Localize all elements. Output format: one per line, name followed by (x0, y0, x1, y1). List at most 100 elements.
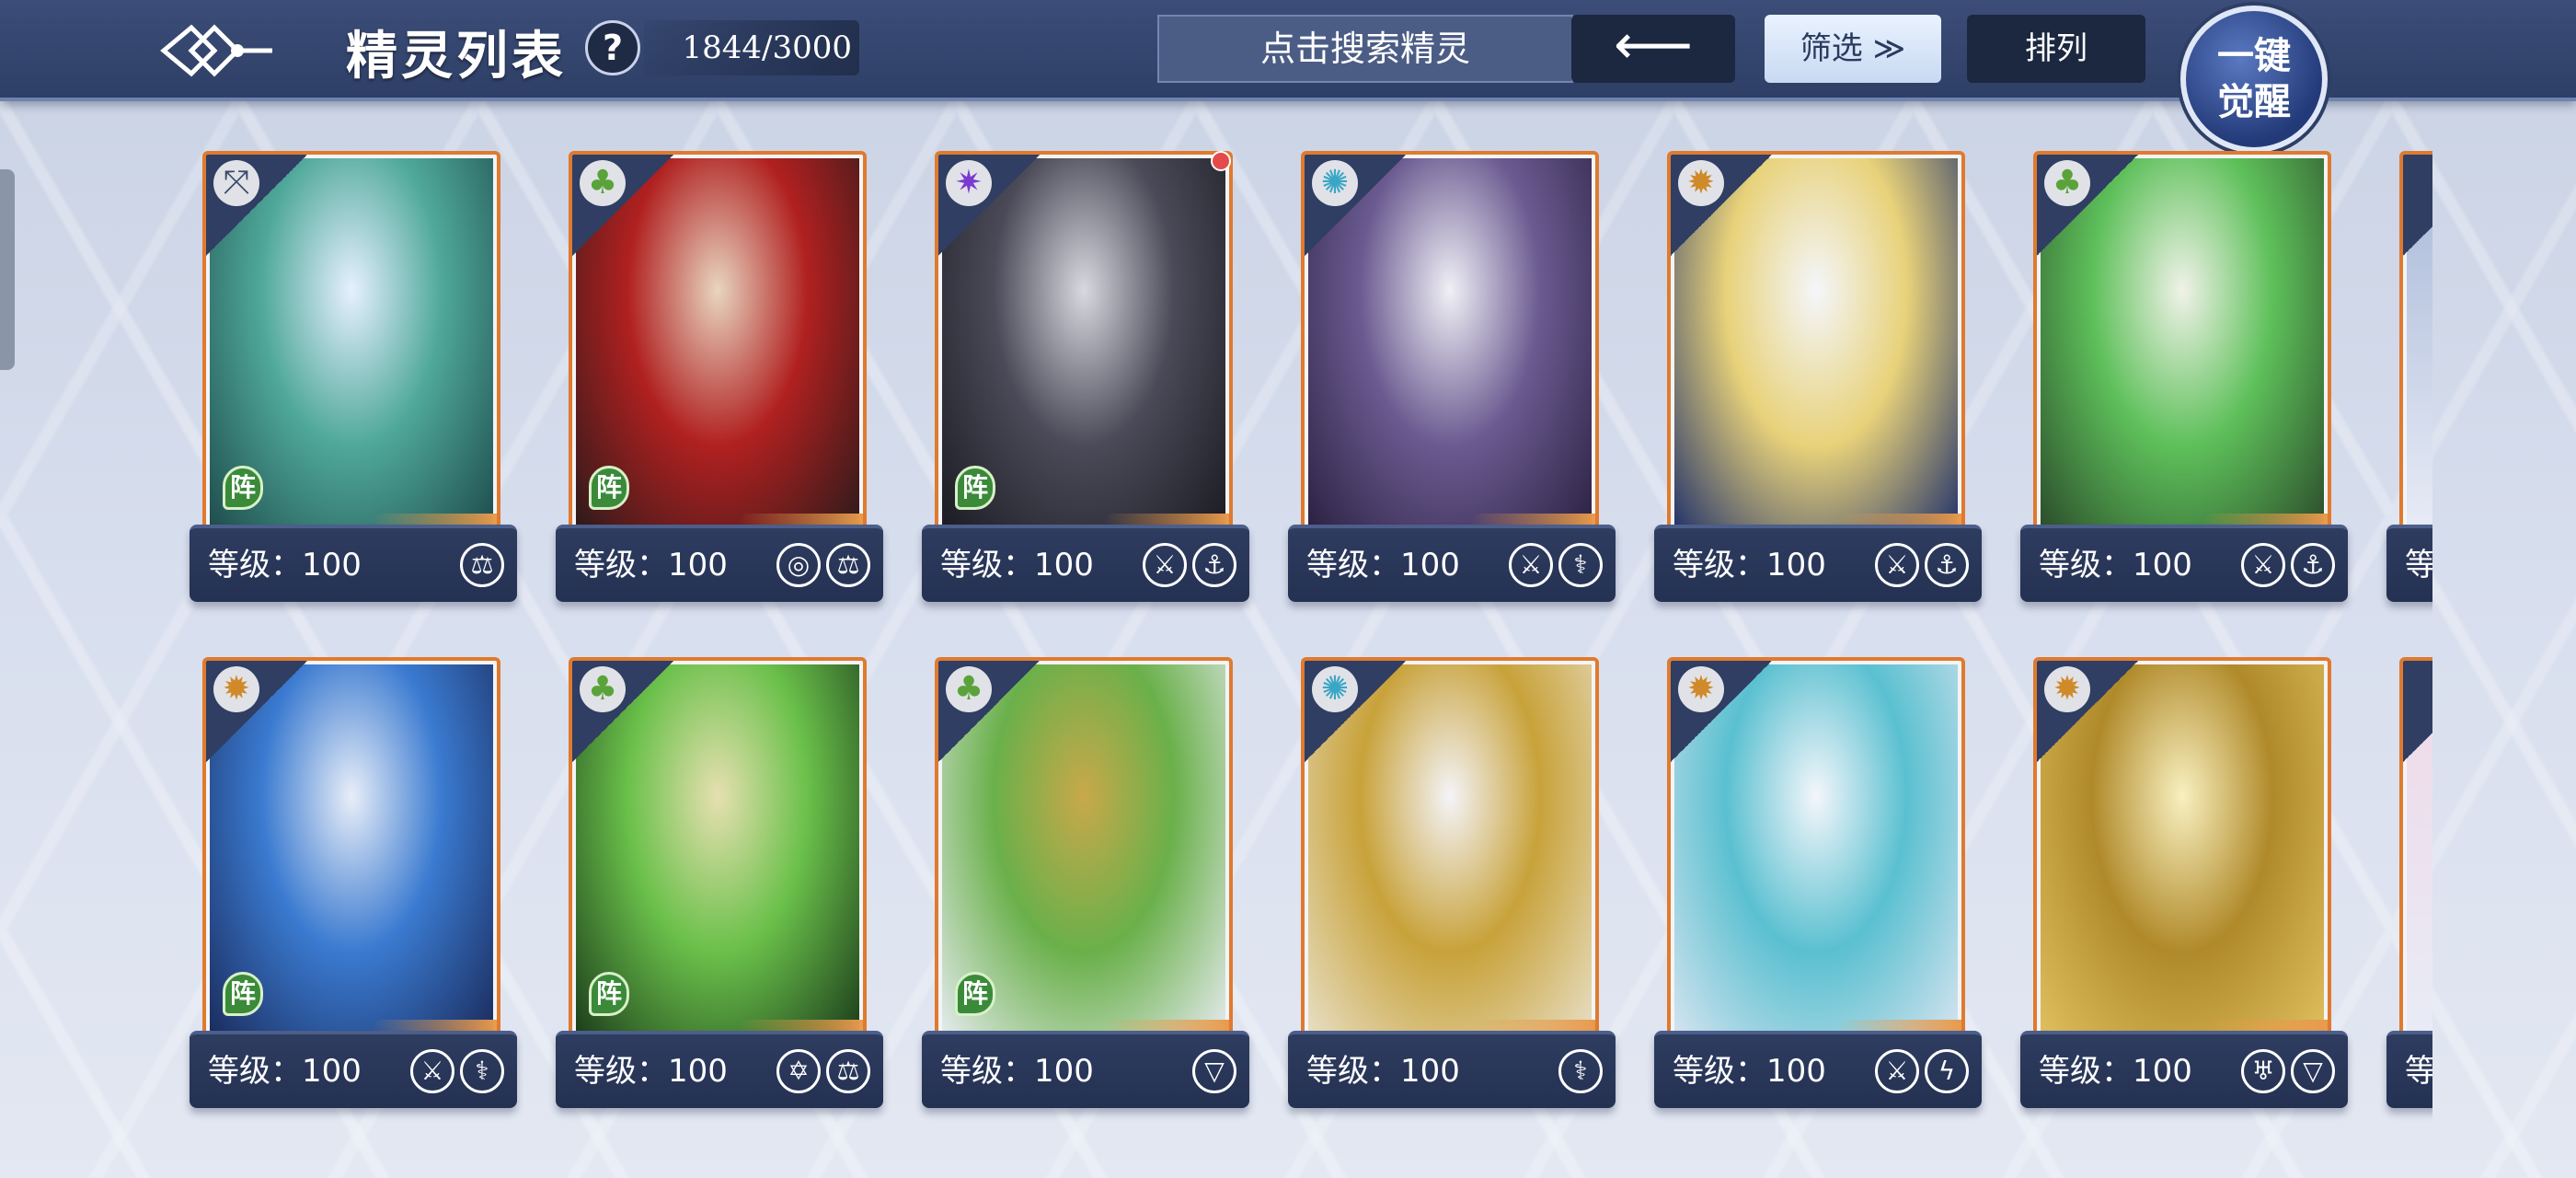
card-portrait-frame: ♣ 阵 (569, 151, 867, 547)
card-info-bar: 等级：100 ⚔ ⚓ (1654, 525, 1982, 602)
level-label: 等级：100 (1673, 1053, 1826, 1090)
pixel-icon: ⤧ (213, 160, 259, 206)
trait-icon: ⚕ (1558, 543, 1603, 587)
card-info-bar: 等级：100 ⚕ (1288, 1031, 1616, 1108)
trait-icon: ▽ (2291, 1049, 2335, 1093)
trait-icon: ⚓ (1192, 543, 1236, 587)
trait-icons: ✡ ⚖ (776, 1049, 870, 1095)
level-label: 等级：100 (574, 1053, 728, 1090)
trait-icons: ⚔ ⚕ (1509, 543, 1603, 589)
shadow-icon: ✷ (946, 160, 992, 206)
card-portrait-frame: ✷ 阵 (935, 151, 1233, 547)
spirit-card[interactable]: ✺ 等级：100 ⚕ (1288, 657, 1616, 1108)
spirit-card[interactable]: ♣ 阵等级：100 ▽ (922, 657, 1249, 1108)
card-info-bar: 等级：100 ⚔ ⚕ (1288, 525, 1616, 602)
trait-icon: ⚔ (1875, 543, 1919, 587)
spirit-card-partial[interactable]: 等 (2386, 151, 2432, 602)
card-corner-banner (2403, 661, 2432, 762)
trait-icon: ⚖ (460, 543, 504, 587)
trait-icon: ⚔ (1875, 1049, 1919, 1093)
trait-icon: ♅ (2241, 1049, 2285, 1093)
card-info-bar: 等级：100 ▽ (922, 1031, 1249, 1108)
card-portrait-frame (2399, 657, 2432, 1053)
sun-icon: ✹ (1678, 160, 1724, 206)
star-ice-icon: ✺ (1312, 666, 1358, 712)
trait-icons: ⚕ (1558, 1049, 1603, 1095)
trait-icon: ⚓ (2291, 543, 2335, 587)
new-notification-dot (1211, 151, 1231, 171)
card-portrait-frame: ⤧ 阵 (202, 151, 500, 547)
spirit-card[interactable]: ♣ 阵等级：100 ✡ ⚖ (556, 657, 883, 1108)
level-label: 等级：100 (940, 1053, 1094, 1090)
level-label: 等 (2405, 1053, 2432, 1090)
leaf-icon: ♣ (2044, 160, 2090, 206)
card-portrait-frame: ♣ 阵 (569, 657, 867, 1053)
leaf-icon: ♣ (580, 666, 626, 712)
spirit-card[interactable]: ⤧ 阵等级：100 ⚖ (190, 151, 517, 602)
trait-icons: ⚔ ⚓ (1875, 543, 1969, 589)
spirit-card[interactable]: ✹ 等级：100 ⚔ ⚓ (1654, 151, 1982, 602)
level-label: 等级：100 (1306, 1053, 1460, 1090)
spirit-grid: ⤧ 阵等级：100 ⚖ ♣ 阵等级：100 ◎ ⚖ ✷ 阵等级：100 ⚔ ⚓ ✺ 等级：100 ⚔ ⚕ ✹ 等… (0, 0, 2432, 1178)
trait-icons: ◎ ⚖ (776, 543, 870, 589)
card-portrait-frame: ✹ (1667, 657, 1965, 1053)
sun-icon: ✹ (1678, 666, 1724, 712)
trait-icon: ⚔ (2241, 543, 2285, 587)
card-info-bar: 等级：100 ⚖ (190, 525, 517, 602)
card-portrait-frame: ♣ (2033, 151, 2331, 547)
card-info-bar: 等级：100 ⚔ ⚓ (922, 525, 1249, 602)
formation-badge: 阵 (589, 972, 629, 1016)
spirit-card[interactable]: ♣ 阵等级：100 ◎ ⚖ (556, 151, 883, 602)
spirit-card[interactable]: ✹ 等级：100 ⚔ ϟ (1654, 657, 1982, 1108)
spirit-card-partial[interactable]: 等 (2386, 657, 2432, 1108)
star-ice-icon: ✺ (1312, 160, 1358, 206)
trait-icon: ⚔ (410, 1049, 454, 1093)
level-label: 等级：100 (2039, 1053, 2192, 1090)
spirit-card[interactable]: ✹ 阵等级：100 ⚔ ⚕ (190, 657, 517, 1108)
trait-icon: ⚕ (1558, 1049, 1603, 1093)
level-label: 等级：100 (1673, 547, 1826, 583)
formation-badge: 阵 (223, 466, 263, 510)
trait-icon: ◎ (776, 543, 821, 587)
sun-icon: ✹ (213, 666, 259, 712)
card-info-bar: 等级：100 ◎ ⚖ (556, 525, 883, 602)
trait-icon: ϟ (1925, 1049, 1969, 1093)
trait-icon: ⚖ (826, 1049, 870, 1093)
level-label: 等级：100 (1306, 547, 1460, 583)
trait-icons: ♅ ▽ (2241, 1049, 2335, 1095)
spirit-card[interactable]: ♣ 等级：100 ⚔ ⚓ (2020, 151, 2348, 602)
trait-icon: ⚔ (1143, 543, 1187, 587)
formation-badge: 阵 (223, 972, 263, 1016)
level-label: 等级：100 (2039, 547, 2192, 583)
trait-icons: ⚔ ⚓ (2241, 543, 2335, 589)
trait-icon: ⚖ (826, 543, 870, 587)
card-portrait-frame: ✹ (1667, 151, 1965, 547)
trait-icon: ▽ (1192, 1049, 1236, 1093)
trait-icons: ⚔ ⚕ (410, 1049, 504, 1095)
level-label: 等 (2405, 547, 2432, 583)
card-info-bar: 等级：100 ♅ ▽ (2020, 1031, 2348, 1108)
trait-icons: ⚔ ⚓ (1143, 543, 1236, 589)
level-label: 等级：100 (208, 547, 362, 583)
card-info-bar: 等级：100 ⚔ ⚓ (2020, 525, 2348, 602)
card-portrait-frame (2399, 151, 2432, 547)
spirit-card[interactable]: ✷ 阵等级：100 ⚔ ⚓ (922, 151, 1249, 602)
card-portrait-frame: ✺ (1301, 657, 1599, 1053)
spirit-card[interactable]: ✺ 等级：100 ⚔ ⚕ (1288, 151, 1616, 602)
sun-icon: ✹ (2044, 666, 2090, 712)
level-label: 等级：100 (940, 547, 1094, 583)
formation-badge: 阵 (589, 466, 629, 510)
card-portrait-frame: ♣ 阵 (935, 657, 1233, 1053)
card-corner-banner (2403, 155, 2432, 256)
spirit-card[interactable]: ✹ 等级：100 ♅ ▽ (2020, 657, 2348, 1108)
card-portrait-frame: ✺ (1301, 151, 1599, 547)
level-label: 等级：100 (208, 1053, 362, 1090)
trait-icons: ▽ (1192, 1049, 1236, 1095)
formation-badge: 阵 (955, 972, 995, 1016)
level-label: 等级：100 (574, 547, 728, 583)
trait-icon: ⚕ (460, 1049, 504, 1093)
card-portrait-frame: ✹ 阵 (202, 657, 500, 1053)
card-info-bar: 等 (2386, 525, 2432, 602)
card-portrait-frame: ✹ (2033, 657, 2331, 1053)
trait-icon: ⚔ (1509, 543, 1553, 587)
